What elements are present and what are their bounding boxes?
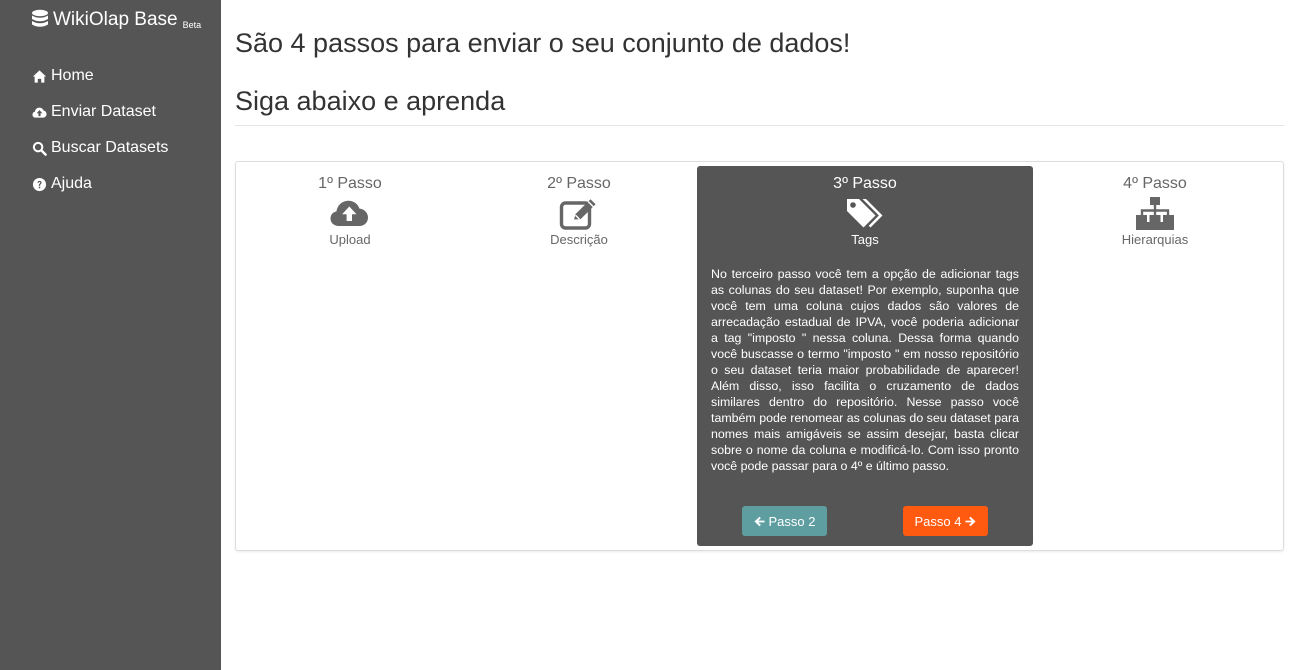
sidebar-nav: Home Enviar Dataset Buscar Datasets Ajud… [32, 58, 168, 202]
step-2[interactable]: 2º Passo Descrição [479, 174, 679, 248]
arrow-left-icon [753, 516, 765, 526]
cloud-upload-icon [330, 200, 368, 226]
sitemap-icon [1136, 197, 1174, 230]
step-title: 2º Passo [547, 175, 611, 192]
page-subtitle: Siga abaixo e aprenda [235, 86, 506, 116]
sidebar-item-label: Enviar Dataset [51, 103, 156, 120]
prev-step-button[interactable]: Passo 2 [742, 506, 827, 536]
step-title: 4º Passo [1123, 175, 1187, 192]
step-4[interactable]: 4º Passo Hierarquias [1055, 174, 1255, 248]
prev-step-label: Passo 2 [768, 513, 816, 529]
brand[interactable]: WikiOlap Base Beta [31, 8, 201, 32]
question-circle-icon [32, 177, 47, 191]
home-icon [32, 69, 47, 83]
step-label: Tags [851, 232, 879, 247]
divider [235, 125, 1284, 126]
edit-icon [559, 199, 596, 230]
database-icon [32, 9, 48, 27]
sidebar-item-label: Home [51, 67, 94, 84]
sidebar-item-buscar-datasets[interactable]: Buscar Datasets [32, 130, 168, 166]
step-3-active-card[interactable]: 3º Passo Tags No terceiro passo você tem… [697, 166, 1033, 546]
step-1[interactable]: 1º Passo Upload [250, 174, 450, 248]
step-label: Descrição [550, 232, 608, 247]
next-step-label: Passo 4 [914, 513, 962, 529]
sidebar-item-enviar-dataset[interactable]: Enviar Dataset [32, 94, 168, 130]
step-title: 1º Passo [318, 175, 382, 192]
steps-panel: 1º Passo Upload 2º Passo Descrição 3º Pa… [235, 161, 1284, 551]
page-title: São 4 passos para enviar o seu conjunto … [235, 28, 851, 58]
beta-badge: Beta [182, 20, 202, 30]
step-description: No terceiro passo você tem a opção de ad… [711, 267, 1019, 473]
sidebar: WikiOlap Base Beta Home Enviar Dataset B… [0, 0, 221, 670]
next-step-button[interactable]: Passo 4 [903, 506, 988, 536]
sidebar-item-home[interactable]: Home [32, 58, 168, 94]
sidebar-item-label: Buscar Datasets [51, 139, 169, 156]
step-title: 3º Passo [833, 175, 897, 192]
tags-icon [847, 199, 883, 228]
search-icon [32, 141, 47, 156]
sidebar-item-ajuda[interactable]: Ajuda [32, 166, 168, 202]
brand-name: WikiOlap Base [53, 9, 178, 30]
cloud-upload-icon [32, 107, 47, 118]
arrow-right-icon [965, 516, 977, 526]
main-content: São 4 passos para enviar o seu conjunto … [221, 0, 1290, 670]
step-label: Hierarquias [1121, 232, 1189, 247]
step-label: Upload [329, 232, 371, 247]
sidebar-item-label: Ajuda [51, 175, 92, 192]
